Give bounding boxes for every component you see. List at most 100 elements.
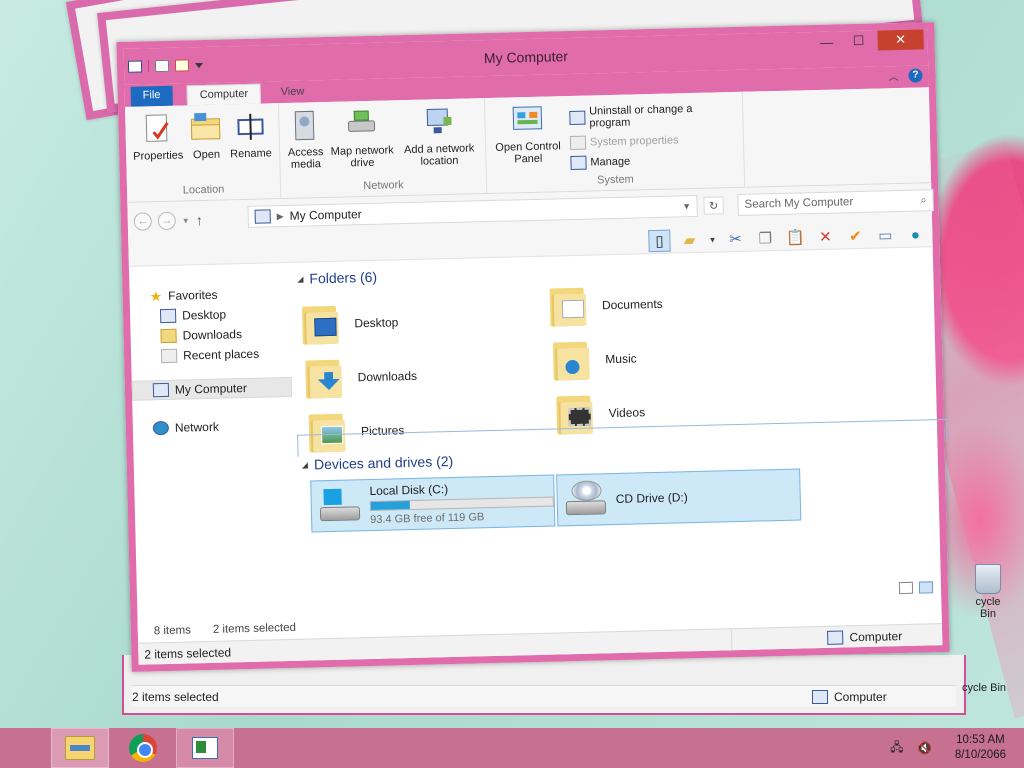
add-network-location-icon — [426, 108, 452, 134]
add-network-location-label: Add a network location — [403, 142, 475, 168]
properties-small-button[interactable]: ▭ — [874, 224, 897, 247]
disk-usage-fill — [370, 501, 411, 511]
background-computer-label: Computer — [834, 689, 887, 704]
cd-drive-info: CD Drive (D:) — [616, 490, 688, 506]
qat-dropdown-icon[interactable] — [194, 62, 204, 68]
help-icon[interactable]: ? — [908, 67, 923, 83]
desktop-folder-icon — [300, 302, 341, 347]
cut-button[interactable]: ✂ — [724, 228, 747, 251]
taskbar-app[interactable] — [176, 728, 234, 768]
map-network-drive-icon — [348, 110, 376, 132]
manage-label: Manage — [590, 155, 631, 169]
properties-icon[interactable] — [154, 59, 170, 73]
manage-icon — [570, 155, 587, 171]
status-selected-count: 2 items selected — [212, 621, 297, 636]
toolbar-dropdown-icon[interactable]: ▼ — [708, 235, 716, 244]
network-tray-icon[interactable]: 🖧 — [889, 740, 905, 755]
address-dropdown-icon[interactable]: ▼ — [676, 201, 696, 211]
nav-my-computer[interactable]: My Computer — [131, 376, 293, 401]
drive-cd-d[interactable]: CD Drive (D:) — [556, 468, 802, 527]
folder-desktop[interactable]: Desktop — [300, 300, 399, 346]
open-folder-icon — [191, 112, 221, 140]
breadcrumb-my-computer[interactable]: My Computer — [289, 207, 361, 223]
clock-time: 10:53 AM — [956, 734, 1005, 746]
map-network-drive-label: Map network drive — [330, 144, 394, 170]
drive-local-disk-c[interactable]: Local Disk (C:) 93.4 GB free of 119 GB — [310, 474, 556, 533]
rename-label: Rename — [230, 147, 272, 161]
properties-icon — [145, 114, 169, 142]
taskbar-chrome[interactable] — [114, 728, 172, 768]
open-control-panel-label: Open Control Panel — [495, 140, 561, 166]
downloads-folder-icon — [303, 356, 344, 401]
uninstall-program-button[interactable]: Uninstall or change a program — [569, 102, 737, 130]
properties-check-button[interactable]: ✔ — [844, 225, 867, 248]
navigation-pane: ★ Favorites Desktop Downloads Recent pla… — [129, 263, 298, 621]
ribbon-group-location: Properties Open Rename Location — [125, 103, 282, 202]
qat-separator — [147, 60, 150, 73]
volume-muted-icon[interactable]: 🔇 — [917, 741, 933, 755]
copy-button[interactable]: ❐ — [754, 227, 777, 250]
tab-file[interactable]: File — [130, 85, 173, 107]
local-disk-info: Local Disk (C:) 93.4 GB free of 119 GB — [369, 480, 554, 526]
globe-icon[interactable]: ● — [904, 223, 927, 246]
control-panel-icon — [512, 106, 543, 130]
delete-button[interactable]: ✕ — [814, 226, 837, 249]
maximize-button[interactable]: ☐ — [843, 31, 873, 52]
local-disk-free: 93.4 GB free of 119 GB — [370, 511, 485, 527]
desktop-recycle-bin[interactable]: cycle Bin — [966, 564, 1010, 620]
system-properties-button[interactable]: System properties — [569, 132, 737, 151]
file-explorer-icon — [65, 736, 95, 760]
search-input[interactable]: Search My Computer ⌕ — [737, 189, 934, 216]
new-folder-icon[interactable] — [174, 59, 190, 72]
system-properties-label: System properties — [589, 134, 679, 149]
background-computer-zone: Computer — [812, 689, 887, 704]
collapse-folders-icon[interactable]: ◢ — [297, 274, 303, 283]
search-icon[interactable]: ⌕ — [920, 194, 926, 207]
refresh-button[interactable]: ↻ — [703, 196, 724, 215]
quick-access-toolbar — [127, 59, 204, 73]
explorer-body: ★ Favorites Desktop Downloads Recent pla… — [129, 247, 948, 621]
tab-view[interactable]: View — [268, 82, 316, 103]
content-pane[interactable]: ◢ Folders (6) Desktop Documents Download… — [289, 247, 948, 617]
devices-group-header[interactable]: ◢ Devices and drives (2) — [302, 453, 454, 473]
chrome-icon — [129, 734, 157, 762]
manage-button[interactable]: Manage — [570, 152, 737, 171]
explorer-window[interactable]: My Computer — ☐ ✕ File Computer View ︿ ?… — [116, 22, 950, 672]
devices-header-label: Devices and drives (2) — [313, 452, 454, 473]
app-window-icon — [192, 737, 218, 759]
folder-videos-label: Videos — [608, 405, 646, 421]
preview-pane-button[interactable]: ▯ — [648, 229, 671, 253]
back-button[interactable]: ← — [133, 212, 153, 231]
paste-button[interactable]: 📋 — [784, 226, 807, 249]
taskbar-file-explorer[interactable] — [51, 728, 109, 768]
desktop-recycle-bin-label-2: cycle Bin — [962, 682, 1007, 694]
details-view-icon[interactable] — [898, 581, 914, 595]
status-divider — [730, 629, 733, 651]
status-item-count: 8 items — [153, 624, 192, 638]
folder-music[interactable]: Music — [551, 336, 637, 382]
minimize-button[interactable]: — — [811, 31, 841, 52]
new-folder-button[interactable]: ▰ — [678, 229, 701, 252]
system-tray: 🖧 🔇 10:53 AM 8/10/2066 — [889, 728, 1006, 768]
folders-header-label: Folders (6) — [309, 268, 378, 287]
tab-computer[interactable]: Computer — [186, 83, 262, 106]
collapse-devices-icon[interactable]: ◢ — [302, 460, 308, 469]
large-icons-view-icon[interactable] — [918, 581, 934, 594]
collapse-ribbon-icon[interactable]: ︿ — [888, 68, 898, 83]
nav-desktop-label: Desktop — [181, 307, 227, 323]
clock[interactable]: 10:53 AM 8/10/2066 — [955, 733, 1006, 763]
recent-locations-icon[interactable]: ▼ — [182, 216, 190, 225]
address-bar[interactable]: ▶ My Computer ▼ — [247, 194, 698, 228]
close-button[interactable]: ✕ — [877, 29, 924, 51]
folders-group-header[interactable]: ◢ Folders (6) — [297, 269, 377, 287]
forward-button[interactable]: → — [157, 211, 177, 231]
nav-recent-places[interactable]: Recent places — [131, 343, 291, 367]
folder-downloads[interactable]: Downloads — [303, 354, 417, 401]
breadcrumb-separator-icon[interactable]: ▶ — [277, 211, 284, 222]
up-button[interactable]: ↑ — [196, 212, 203, 228]
nav-network[interactable]: Network — [133, 415, 293, 439]
status-computer-label: Computer — [849, 628, 903, 644]
downloads-icon — [160, 328, 177, 344]
recent-places-icon — [160, 348, 178, 364]
folder-documents[interactable]: Documents — [547, 282, 663, 329]
